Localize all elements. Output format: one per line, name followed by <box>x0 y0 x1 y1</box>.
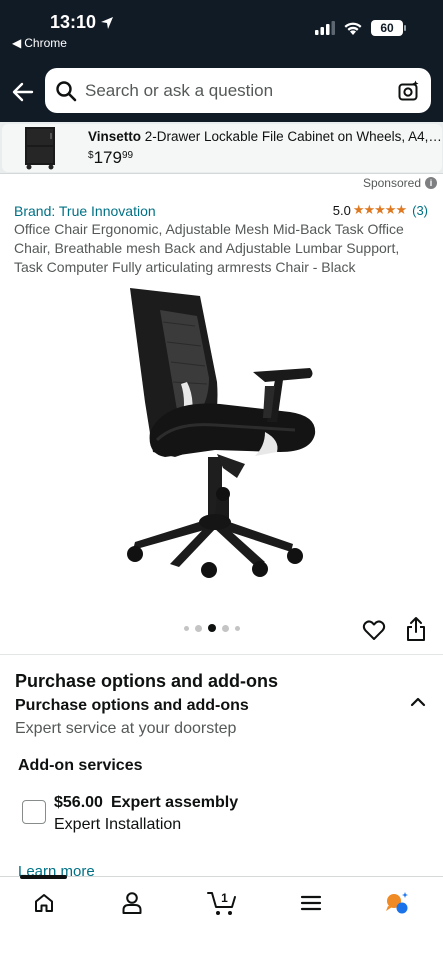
product-page: 13:10 ◀ Chrome 60 Search or ask a questi… <box>0 0 443 960</box>
carousel-dot[interactable] <box>235 625 240 631</box>
nav-home[interactable] <box>29 889 59 917</box>
search-icon <box>56 80 77 101</box>
share-icon[interactable] <box>404 616 428 642</box>
info-icon: i <box>425 177 437 189</box>
nav-assistant[interactable] <box>382 889 412 917</box>
sponsored-product-title: Vinsetto 2-Drawer Lockable File Cabinet … <box>88 129 442 144</box>
product-image[interactable] <box>105 282 340 592</box>
sponsored-product-name: 2-Drawer Lockable File Cabinet on Wheels… <box>144 128 442 144</box>
back-app-label: Chrome <box>24 36 67 50</box>
account-icon <box>122 892 142 914</box>
price-whole: 179 <box>93 147 122 167</box>
bottom-navigation: 1 <box>0 875 443 960</box>
section-divider <box>0 654 443 655</box>
sponsored-product-image <box>2 124 78 172</box>
cart-icon: 1 <box>207 891 236 915</box>
addon-price: $56.00 <box>54 794 103 811</box>
rating-value: 5.0 <box>332 202 351 218</box>
product-rating[interactable]: 5.0 ★★★★★ (3) <box>333 202 428 218</box>
sponsored-label[interactable]: Sponsored i <box>363 176 437 190</box>
product-title: Office Chair Ergonomic, Adjustable Mesh … <box>14 221 404 275</box>
search-input[interactable] <box>85 80 397 101</box>
back-to-app-link[interactable]: ◀ Chrome <box>12 36 67 50</box>
addon-option-title[interactable]: $56.00 Expert assembly <box>54 794 238 812</box>
menu-icon <box>300 895 322 911</box>
addon-services-heading: Add-on services <box>18 757 143 774</box>
nav-menu[interactable] <box>296 889 326 917</box>
brand-link[interactable]: Brand: True Innovation <box>14 203 156 219</box>
camera-search-icon[interactable] <box>397 79 421 103</box>
nav-account[interactable] <box>117 889 147 917</box>
signal-icon <box>315 21 335 35</box>
chevron-up-icon[interactable] <box>408 694 428 710</box>
image-carousel-dots[interactable] <box>184 624 240 632</box>
time-text: 13:10 <box>50 12 97 32</box>
sponsored-product-brand: Vinsetto <box>88 128 142 144</box>
review-count: (3) <box>412 202 428 218</box>
expert-assembly-checkbox[interactable] <box>22 800 46 824</box>
app-header: 13:10 ◀ Chrome 60 <box>0 0 443 122</box>
sponsored-product-strip: Vinsetto 2-Drawer Lockable File Cabinet … <box>0 122 443 174</box>
purchase-options-description: Expert service at your doorstep <box>15 720 237 737</box>
location-arrow-icon <box>101 16 114 29</box>
nav-cart[interactable]: 1 <box>205 889 239 917</box>
addon-name: Expert assembly <box>110 794 239 811</box>
cart-count: 1 <box>221 891 228 905</box>
purchase-options-heading: Purchase options and add-ons <box>15 671 279 691</box>
status-indicators: 60 <box>315 20 406 36</box>
sponsored-product-info: Vinsetto 2-Drawer Lockable File Cabinet … <box>88 129 442 168</box>
battery-indicator: 60 <box>371 20 406 36</box>
carousel-dot[interactable] <box>222 624 229 632</box>
carousel-dot[interactable] <box>195 624 202 632</box>
back-triangle-icon: ◀ <box>12 36 22 50</box>
sponsored-product-price: $ 179 99 <box>88 148 442 168</box>
active-tab-indicator <box>20 875 67 879</box>
wifi-icon <box>344 22 362 35</box>
carousel-dot[interactable] <box>184 625 189 631</box>
sponsored-product-card[interactable]: Vinsetto 2-Drawer Lockable File Cabinet … <box>2 124 442 172</box>
sponsored-text: Sponsored <box>362 176 421 190</box>
purchase-options-subheading[interactable]: Purchase options and add-ons <box>15 697 249 715</box>
star-rating-icon: ★★★★★ <box>352 202 407 217</box>
search-bar[interactable] <box>45 68 431 113</box>
carousel-dot-active[interactable] <box>208 624 216 632</box>
heart-icon[interactable] <box>362 618 386 642</box>
addon-option-detail: Expert Installation <box>54 816 182 833</box>
price-fraction: 99 <box>121 149 134 161</box>
home-icon <box>35 894 53 912</box>
back-arrow-icon[interactable] <box>10 79 36 105</box>
assistant-icon <box>386 892 408 914</box>
status-time: 13:10 <box>50 12 114 33</box>
